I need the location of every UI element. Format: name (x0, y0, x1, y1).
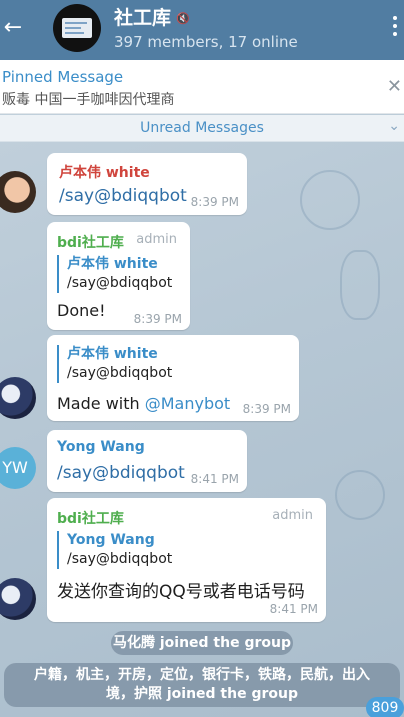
arrow-left-icon: ← (3, 15, 23, 40)
message-time: 8:39 PM (133, 312, 182, 326)
message-text: Done! (57, 301, 106, 320)
sender-name[interactable]: Yong Wang (57, 439, 145, 455)
reply-sender: 卢本伟 white (67, 256, 158, 272)
reply-sender: Yong Wang (67, 532, 155, 548)
sender-name[interactable]: bdi社工库 (57, 232, 124, 252)
message-bubble[interactable]: bdi社工库 admin Yong Wang /say@bdiqqbot 发送你… (47, 498, 326, 622)
more-menu-button[interactable] (390, 14, 400, 40)
reply-sender: 卢本伟 white (67, 346, 158, 362)
admin-badge: admin (272, 508, 313, 523)
unread-label: Unread Messages (140, 120, 264, 136)
background-doodle (335, 470, 385, 520)
chat-header: ← 社工库 🔇 397 members, 17 online (0, 0, 404, 60)
service-message: 户籍，机主，开房，定位，银行卡，铁路，民航，出入 境，护照 joined the… (4, 663, 400, 707)
speaker-muted-icon: 🔇 (176, 11, 190, 25)
message-text[interactable]: /say@bdiqqbot (57, 463, 185, 483)
reply-quote[interactable]: 卢本伟 white /say@bdiqqbot (57, 255, 172, 293)
message-bubble[interactable]: bdi社工库 admin 卢本伟 white /say@bdiqqbot Don… (47, 222, 190, 330)
pinned-title: Pinned Message (2, 68, 124, 86)
unread-count-badge[interactable]: 809 (366, 697, 404, 717)
message-text: Made with @Manybot (57, 394, 231, 413)
unread-messages-banner: Unread Messages ⌄ (0, 115, 404, 142)
reply-quote[interactable]: Yong Wang /say@bdiqqbot (57, 531, 172, 569)
chat-subtitle: 397 members, 17 online (114, 32, 298, 51)
message-time: 8:41 PM (269, 602, 318, 616)
reply-quote[interactable]: 卢本伟 white /say@bdiqqbot (57, 345, 172, 383)
screen-thumbnail (62, 18, 92, 38)
close-icon[interactable]: ✕ (387, 76, 402, 97)
message-text[interactable]: /say@bdiqqbot (59, 186, 187, 206)
back-button[interactable]: ← (0, 10, 26, 46)
service-message: 马化腾 joined the group (111, 631, 293, 655)
message-bubble[interactable]: 卢本伟 white /say@bdiqqbot 8:39 PM (47, 153, 247, 215)
pinned-text: 贩毒 中国一手咖啡因代理商 (2, 92, 175, 108)
background-doodle (340, 250, 380, 320)
admin-badge: admin (136, 232, 177, 247)
message-bubble[interactable]: Yong Wang /say@bdiqqbot 8:41 PM (47, 430, 247, 492)
message-text: 发送你查询的QQ号或者电话号码 (57, 582, 305, 602)
reply-text: /say@bdiqqbot (67, 551, 173, 567)
chat-title: 社工库 (114, 7, 172, 29)
chat-title-area[interactable]: 社工库 🔇 397 members, 17 online (114, 6, 298, 52)
reply-text: /say@bdiqqbot (67, 275, 173, 291)
message-time: 8:39 PM (190, 195, 239, 209)
group-avatar[interactable] (53, 4, 101, 52)
sender-name[interactable]: bdi社工库 (57, 508, 124, 528)
background-doodle (300, 170, 360, 230)
message-bubble[interactable]: 卢本伟 white /say@bdiqqbot Made with @Manyb… (47, 335, 299, 421)
more-vertical-icon (393, 16, 397, 20)
pinned-message-bar[interactable]: Pinned Message 贩毒 中国一手咖啡因代理商 ✕ (0, 60, 404, 114)
sender-name[interactable]: 卢本伟 white (59, 162, 150, 182)
message-time: 8:41 PM (190, 472, 239, 486)
reply-text: /say@bdiqqbot (67, 365, 173, 381)
message-time: 8:39 PM (242, 402, 291, 416)
manybot-link[interactable]: @Manybot (145, 394, 230, 413)
chevron-down-icon: ⌄ (388, 118, 400, 134)
